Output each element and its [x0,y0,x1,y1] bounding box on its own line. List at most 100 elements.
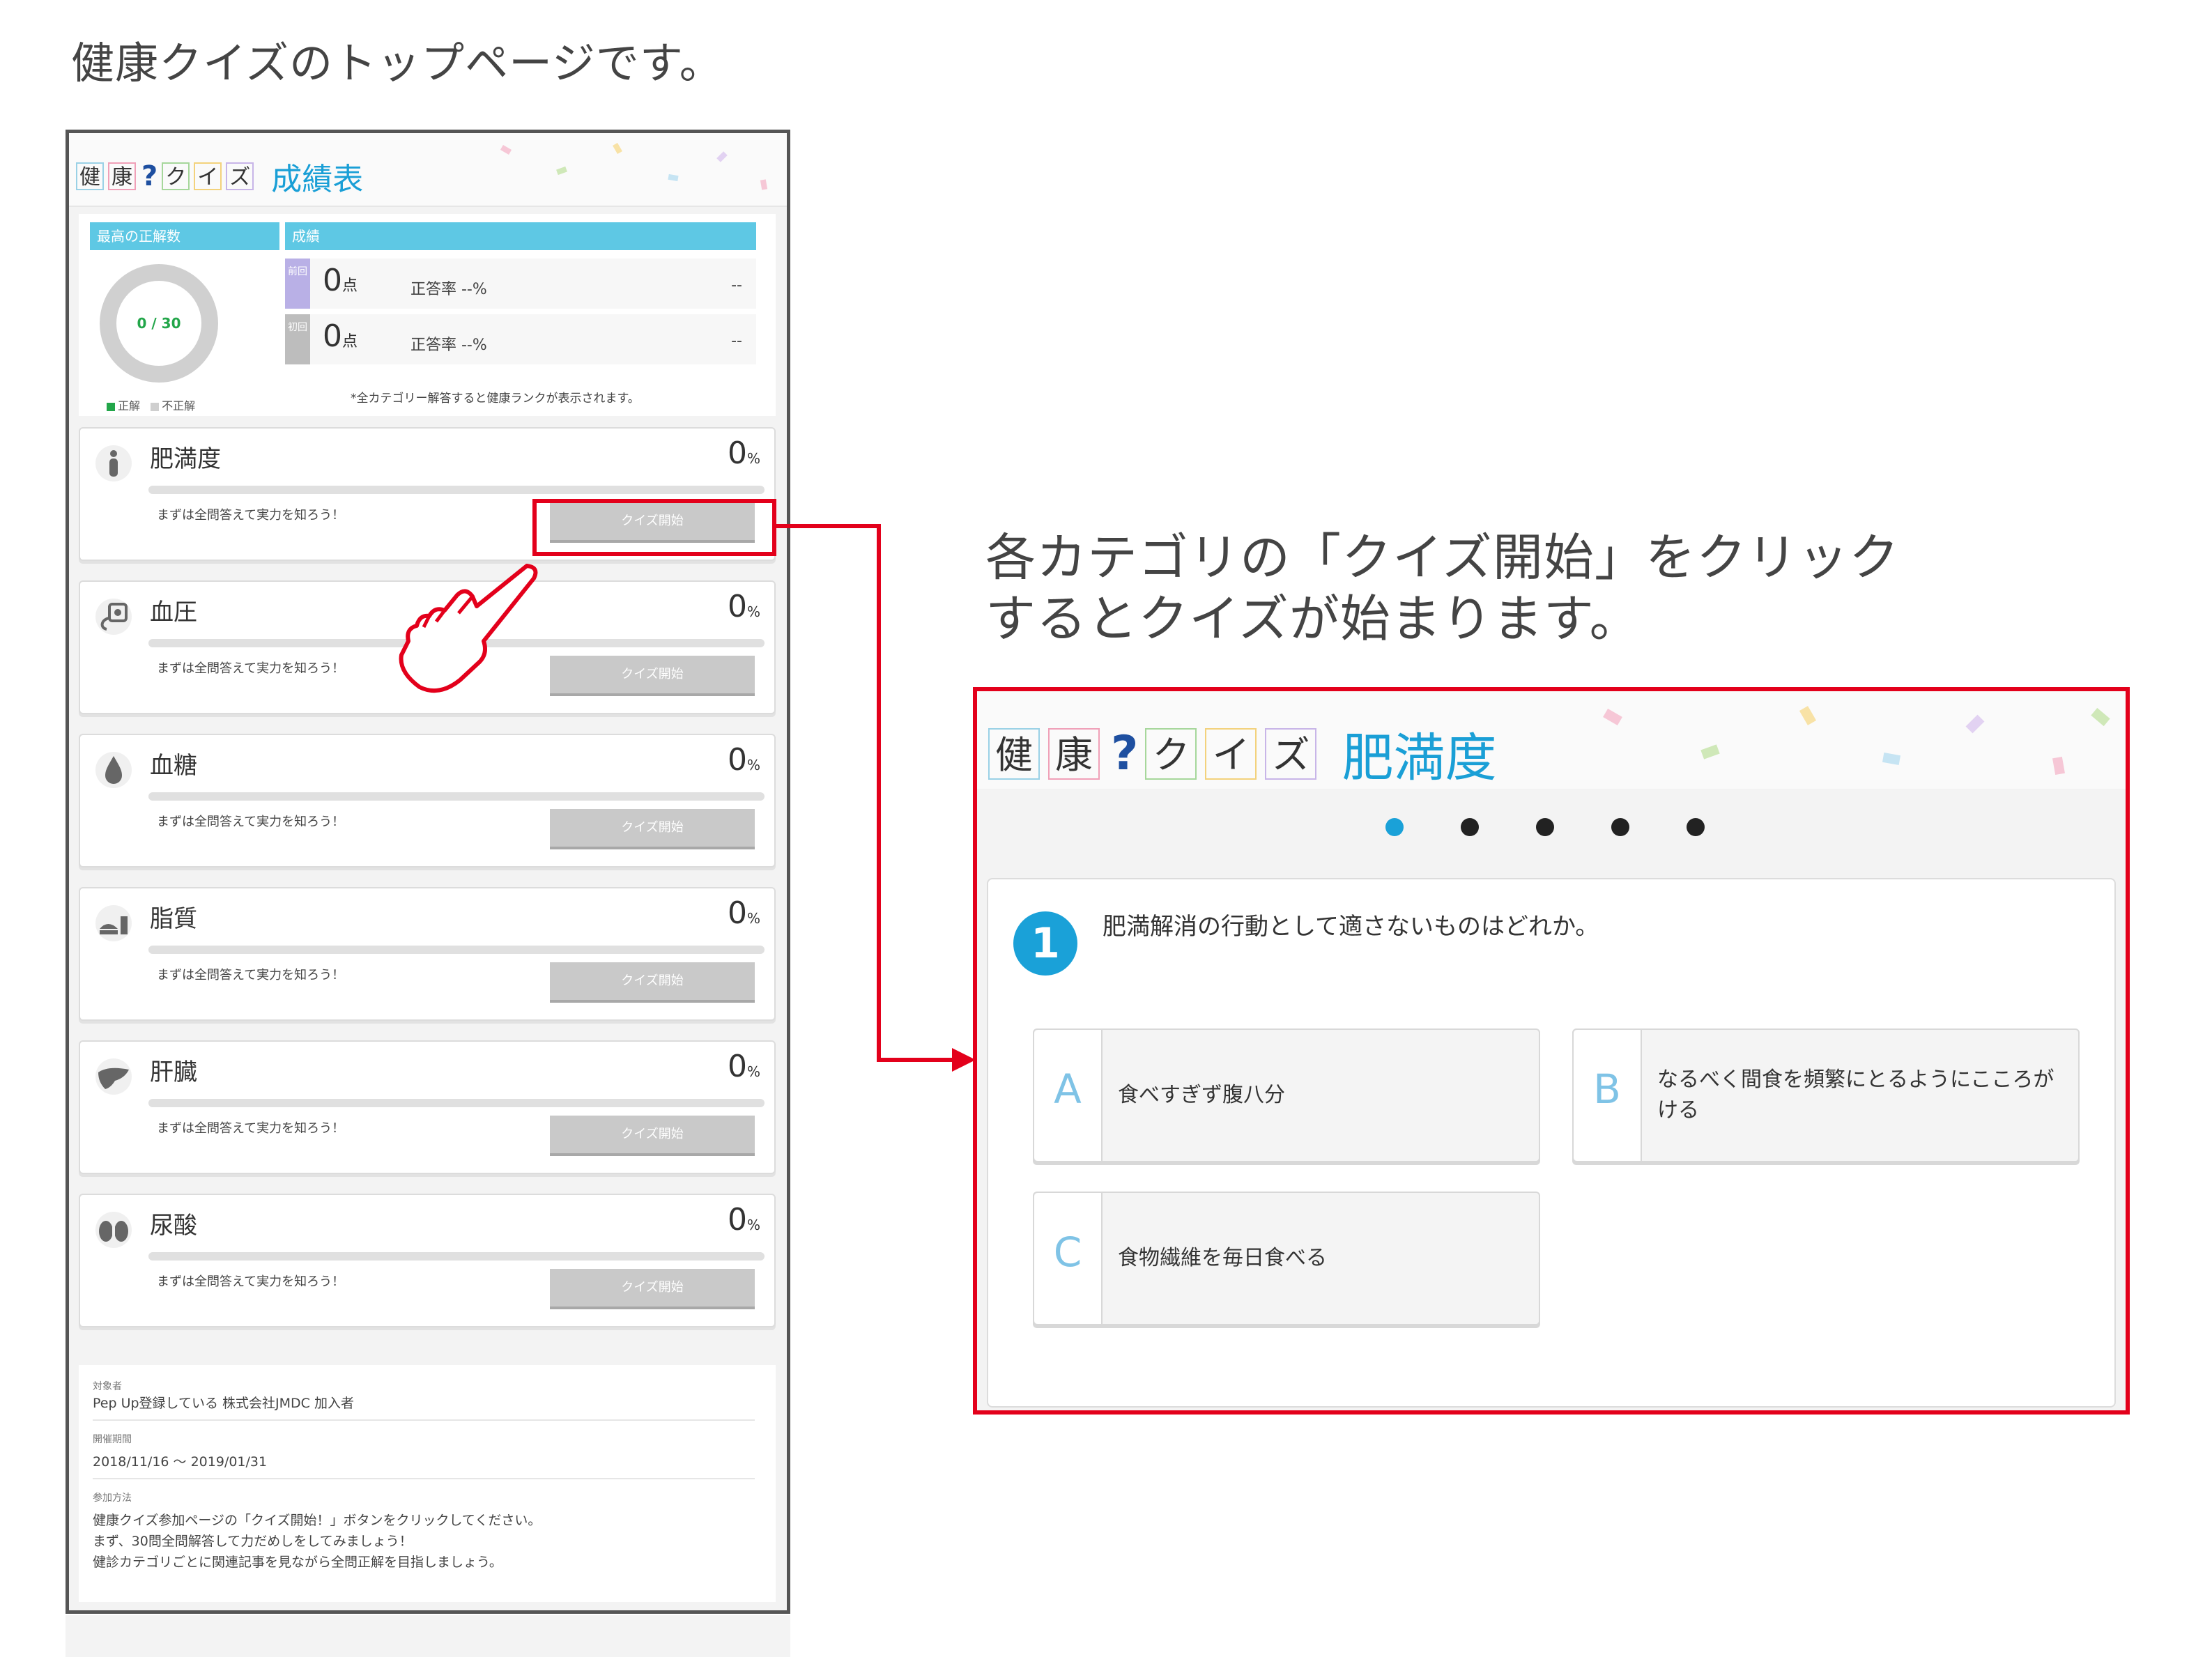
donut-text: 0 / 30 [137,315,181,332]
highlight-box [532,499,776,556]
category-card-liver: 肝臓 0% まずは全問答えて実力を知ろう！ クイズ開始 [79,1040,776,1174]
quiz-logo: 健康? クイズ肥満度 [988,716,1496,789]
donut-legend: 正解 不正解 [107,396,195,413]
percent-unit: % [746,910,760,927]
category-name: 肝臓 [150,1058,197,1086]
legend-incorrect: 不正解 [162,399,196,413]
period-label: 開催期間 [93,1434,132,1445]
liver-icon [95,1058,132,1095]
confetti [668,174,679,182]
option-text: 食物繊維を毎日食べる [1118,1246,1327,1270]
divider [93,1419,755,1421]
category-message: まずは全問答えて実力を知ろう！ [157,815,345,829]
score-tag: 初回 [285,314,310,364]
progress-dot [1461,818,1479,836]
progress-dot [1536,818,1554,836]
confetti [1799,706,1817,725]
instruction-caption: 各カテゴリの「クイズ開始」をクリック するとクイズが始まります。 [985,527,1900,649]
category-message: まずは全問答えて実力を知ろう！ [157,1121,345,1136]
arrow-line [877,1058,953,1062]
pointing-hand-icon [399,564,538,693]
drop-icon [95,752,132,788]
question-number-badge: 1 [1013,911,1077,976]
logo-char: 康 [1048,727,1100,780]
target-value: Pep Up登録している 株式会社JMDC 加入者 [93,1396,354,1411]
progress-dot [1611,818,1629,836]
option-letter: A [1034,1030,1103,1161]
start-quiz-button-blood-sugar[interactable]: クイズ開始 [550,809,755,847]
category-progress-bar [148,486,765,494]
percent-unit: % [746,450,760,467]
category-card-lipid: 脂質 0% まずは全問答えて実力を知ろう！ クイズ開始 [79,887,776,1021]
percent-value: 0 [727,895,747,931]
score-summary: 最高の正解数 成績 0 / 30 正解 不正解 前回 0点 正答率 --% --… [79,214,776,416]
question-card: 1 肥満解消の行動として適さないものはどれか。 A 食べすぎず腹八分 B なるべ… [987,878,2116,1408]
score-value: 0点 [323,263,358,298]
logo-char: 健 [988,727,1040,780]
answer-option-a[interactable]: A 食べすぎず腹八分 [1033,1028,1540,1162]
score-label: 成績 [285,222,756,250]
option-letter: C [1034,1193,1103,1324]
period-value: 2018/11/16 ～ 2019/01/31 [93,1454,268,1470]
start-quiz-button-uric-acid[interactable]: クイズ開始 [550,1269,755,1307]
logo-question-mark: ? [1111,726,1139,781]
target-label: 対象者 [93,1381,122,1392]
question-text: 肥満解消の行動として適さないものはどれか。 [1103,913,1599,941]
category-percent: 0% [728,589,760,624]
category-percent: 0% [728,1049,760,1084]
score-row-latest: 前回 0点 正答率 --% -- [285,259,756,309]
percent-value: 0 [727,742,747,778]
category-percent: 0% [728,742,760,778]
method-line: 健診カテゴリごとに関連記事を見ながら全問正解を目指しましょう。 [93,1555,502,1570]
confetti [1882,753,1901,765]
progress-dot-current [1385,818,1404,836]
confetti [1700,744,1720,760]
top-caption: 健康クイズのトップページです。 [71,38,723,88]
confetti [716,151,728,162]
option-text: 食べすぎず腹八分 [1118,1083,1285,1107]
category-progress-bar [148,1252,765,1261]
quiz-header: 健康? クイズ肥満度 [977,691,2126,789]
answer-option-b[interactable]: B なるべく間食を頻繁にとるようにこころがける [1572,1028,2080,1162]
divider [93,1478,755,1479]
arrow-line [776,524,881,528]
quiz-logo: 健康? クイズ 成績表 [76,154,363,199]
category-name: 肥満度 [150,445,221,473]
start-quiz-button-blood-pressure[interactable]: クイズ開始 [550,656,755,693]
score-unit: 点 [342,333,358,350]
option-letter: B [1574,1030,1642,1161]
category-message: まずは全問答えて実力を知ろう！ [157,661,345,676]
percent-value: 0 [727,436,747,471]
quiz-page-screenshot: 健康? クイズ肥満度 1 肥満解消の行動として適さないものはどれか。 A 食べすぎ… [973,687,2130,1415]
confetti [613,142,622,155]
score-rate: 正答率 --% [410,281,487,298]
score-right: -- [731,332,742,350]
logo-char: ク [1145,727,1197,780]
start-quiz-button-liver[interactable]: クイズ開始 [550,1116,755,1153]
category-percent: 0% [728,1202,760,1238]
score-number: 0 [323,318,342,354]
logo-char: ズ [1265,727,1317,780]
category-message: まずは全問答えて実力を知ろう！ [157,968,345,982]
kidney-icon [95,1212,132,1248]
percent-value: 0 [727,589,747,624]
category-percent: 0% [728,436,760,471]
start-quiz-button-lipid[interactable]: クイズ開始 [550,962,755,1000]
top-page-screenshot: 健康? クイズ 成績表 最高の正解数 成績 0 / 30 正解 不正解 前回 0点… [66,130,790,1614]
logo-char: 健 [76,162,104,190]
category-name: 血圧 [150,599,197,626]
progress-dot [1687,818,1705,836]
arrow-line [877,524,881,1062]
legend-correct: 正解 [118,399,141,413]
score-right: -- [731,277,742,294]
answer-option-c[interactable]: C 食物繊維を毎日食べる [1033,1192,1540,1325]
blood-pressure-icon [95,599,132,635]
confetti [760,179,768,190]
body-icon [95,445,132,481]
logo-char: ズ [226,162,254,190]
confetti [556,166,567,176]
percent-value: 0 [727,1049,747,1084]
instruction-line: するとクイズが始まります。 [985,589,1641,648]
category-progress-bar [148,1099,765,1107]
legend-swatch-correct [107,402,115,411]
